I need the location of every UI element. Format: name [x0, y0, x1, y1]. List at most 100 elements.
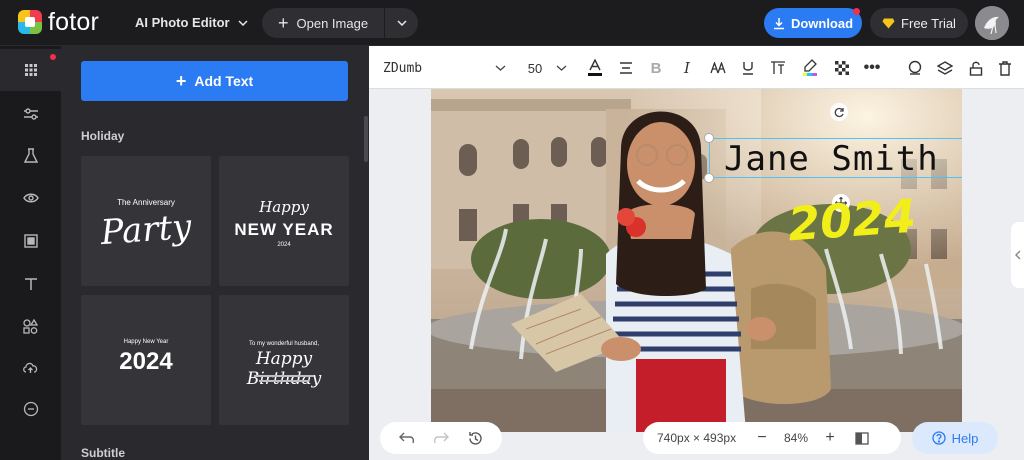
free-trial-label: Free Trial [901, 15, 956, 31]
rail-uploads[interactable] [0, 346, 61, 388]
rail-effects[interactable] [0, 135, 61, 177]
lock-button[interactable] [967, 58, 985, 78]
more-dots-icon: ••• [863, 59, 881, 76]
letter-case-icon [710, 62, 726, 74]
grid-icon [24, 64, 37, 76]
history-icon [469, 431, 482, 445]
section-title-subtitle: Subtitle [81, 446, 125, 460]
free-trial-button[interactable]: Free Trial [870, 8, 968, 38]
card-line-2: 2024 [119, 348, 173, 375]
card-line-2: Happy Birthday [246, 349, 322, 389]
chevron-down-icon [556, 65, 566, 71]
effects-button[interactable] [906, 58, 924, 78]
open-image-label: Open Image [296, 15, 369, 31]
help-icon [931, 431, 946, 445]
text-element-name-content: Jane Smith [724, 139, 939, 179]
open-image-button[interactable]: + Open Image [262, 8, 384, 38]
redo-button[interactable] [433, 432, 450, 444]
zoom-in-button[interactable]: + [819, 429, 841, 447]
compare-icon [855, 431, 869, 445]
selection-handle[interactable] [704, 173, 714, 183]
card-line-3: 2024 [277, 242, 291, 248]
notification-dot [50, 54, 56, 60]
rail-templates[interactable] [0, 49, 61, 91]
eye-icon [22, 193, 39, 203]
card-line-2: NEW YEAR [234, 220, 334, 239]
text-template-card[interactable]: To my wonderful husband, Happy Birthday [219, 295, 349, 425]
card-line-1: Happy [259, 198, 309, 216]
card-line-1: Happy New Year [123, 339, 169, 345]
download-button[interactable]: Download [764, 8, 862, 38]
rail-beauty[interactable] [0, 177, 61, 219]
undo-button[interactable] [399, 432, 415, 444]
highlighter-icon [803, 59, 817, 76]
add-text-label: Add Text [194, 73, 254, 89]
text-color-button[interactable] [585, 58, 605, 78]
diamond-icon [882, 18, 895, 28]
chevron-down-icon [396, 20, 407, 26]
rail-frames[interactable] [0, 220, 61, 262]
compare-button[interactable] [855, 431, 869, 445]
rail-elements[interactable] [0, 305, 61, 347]
text-template-card[interactable]: Happy NEW YEAR 2024 [219, 156, 349, 286]
fotor-logo-icon [18, 10, 42, 34]
text-color-icon [588, 59, 602, 76]
more-options-button[interactable]: ••• [863, 58, 881, 78]
tool-rail [0, 46, 61, 460]
text-panel: + Add Text Holiday The Anniversary Party… [61, 46, 369, 460]
zoom-value[interactable]: 84% [773, 431, 819, 445]
card-small-print [254, 375, 314, 377]
font-size-dropdown[interactable] [554, 58, 568, 78]
letter-case-button[interactable] [709, 58, 727, 78]
ai-photo-editor-menu[interactable]: AI Photo Editor [135, 15, 248, 30]
fotor-logo[interactable]: fotor [18, 8, 100, 36]
line-spacing-icon [771, 61, 785, 74]
align-button[interactable] [617, 58, 635, 78]
right-panel-handle[interactable] [1011, 222, 1024, 288]
font-size-input[interactable]: 50 [525, 58, 545, 78]
bold-button[interactable]: B [647, 58, 665, 78]
text-element-year[interactable]: 2024 [786, 189, 918, 252]
panel-scrollbar[interactable] [364, 116, 368, 162]
italic-button[interactable]: I [678, 58, 696, 78]
add-text-button[interactable]: + Add Text [81, 61, 348, 101]
canvas-photo[interactable]: Jane Smith 2024 [431, 89, 962, 432]
frame-icon [23, 234, 38, 248]
lock-open-icon [969, 61, 983, 76]
plus-icon: + [175, 71, 187, 91]
rail-text[interactable] [0, 263, 61, 305]
italic-icon: I [684, 59, 690, 77]
rail-more[interactable] [0, 388, 61, 430]
text-template-card[interactable]: Happy New Year 2024 [81, 295, 211, 425]
layers-button[interactable] [936, 58, 954, 78]
card-line-1: The Anniversary [117, 198, 175, 207]
rail-adjust[interactable] [0, 93, 61, 135]
trash-icon [999, 60, 1011, 76]
logo-text: fotor [48, 8, 100, 36]
selection-handle[interactable] [704, 133, 714, 143]
canvas-dimensions: 740px × 493px [657, 431, 737, 445]
text-template-card[interactable]: The Anniversary Party [81, 156, 211, 286]
chevron-left-icon [1014, 250, 1020, 260]
zoom-out-button[interactable]: − [751, 429, 773, 447]
help-button[interactable]: Help [912, 422, 998, 454]
sliders-icon [23, 108, 38, 120]
underline-button[interactable] [739, 58, 757, 78]
transparency-button[interactable] [833, 58, 851, 78]
spacing-button[interactable] [769, 58, 787, 78]
history-button[interactable] [468, 431, 483, 446]
font-family-dropdown[interactable] [493, 58, 507, 78]
editor-menu-label: AI Photo Editor [135, 15, 230, 30]
delete-button[interactable] [996, 58, 1014, 78]
help-label: Help [951, 430, 979, 446]
underline-icon [743, 62, 753, 75]
avatar[interactable] [975, 6, 1009, 40]
highlight-button[interactable] [801, 58, 819, 78]
text-element-name[interactable]: Jane Smith [709, 138, 962, 179]
bold-icon: B [650, 59, 662, 77]
rotate-handle[interactable] [830, 103, 848, 121]
undo-icon [399, 432, 415, 444]
rotate-icon [834, 107, 844, 117]
effects-icon [908, 60, 922, 75]
open-image-dropdown[interactable] [385, 8, 418, 38]
